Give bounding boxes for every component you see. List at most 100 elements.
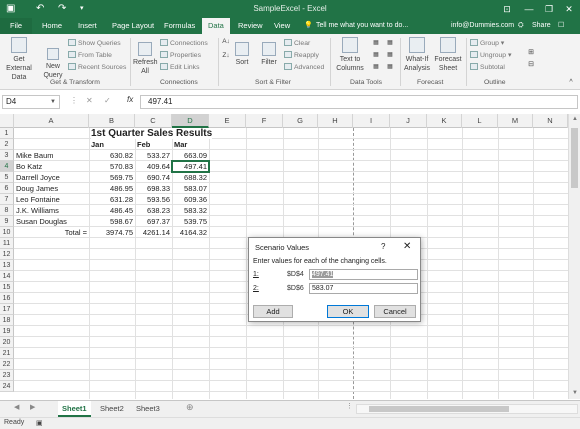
row-header[interactable]: 8 [0, 205, 14, 216]
row-header[interactable]: 13 [0, 260, 14, 271]
recent-sources-button[interactable]: Recent Sources [68, 63, 126, 72]
show-queries-button[interactable]: Show Queries [68, 39, 121, 48]
add-button[interactable]: Add [253, 305, 293, 318]
header-cell[interactable]: Feb [137, 139, 150, 150]
row-header[interactable]: 7 [0, 194, 14, 205]
value-cell[interactable]: 609.36 [172, 194, 209, 205]
horizontal-scrollbar[interactable] [356, 404, 578, 414]
sheet-tab[interactable]: Sheet1 [58, 401, 91, 417]
value-cell[interactable]: 583.07 [172, 183, 209, 194]
name-cell[interactable]: Doug James [16, 183, 58, 194]
data-validation-button[interactable]: ▦ [370, 63, 382, 72]
minimize-icon[interactable]: — [522, 2, 536, 16]
row-header[interactable]: 11 [0, 238, 14, 249]
tab-view[interactable]: View [268, 18, 296, 34]
row-header[interactable]: 22 [0, 359, 14, 370]
column-header[interactable]: D [172, 114, 209, 128]
clear-button[interactable]: Clear [284, 39, 310, 48]
row-header[interactable]: 19 [0, 326, 14, 337]
ungroup-button[interactable]: Ungroup ▾ [470, 51, 511, 60]
tab-page-layout[interactable]: Page Layout [106, 18, 160, 34]
scroll-thumb[interactable] [571, 128, 578, 188]
ok-button[interactable]: OK [327, 305, 369, 318]
sort-descending-button[interactable]: Z↓ [221, 51, 231, 60]
scroll-thumb[interactable] [369, 406, 509, 412]
row-header[interactable]: 23 [0, 370, 14, 381]
row-header[interactable]: 1 [0, 128, 14, 139]
name-box[interactable]: D4 ▼ [2, 95, 60, 109]
column-header[interactable]: I [353, 114, 390, 128]
value-cell[interactable]: 631.28 [89, 194, 135, 205]
sheet-title-cell[interactable]: 1st Quarter Sales Results [91, 128, 213, 139]
row-header[interactable]: 16 [0, 293, 14, 304]
column-header[interactable]: C [135, 114, 172, 128]
select-all-corner[interactable] [0, 114, 14, 128]
row-header[interactable]: 20 [0, 337, 14, 348]
get-external-data-button[interactable]: Get External Data [1, 37, 37, 82]
collapse-ribbon-icon[interactable]: ^ [566, 78, 576, 87]
name-cell[interactable]: Bo Katz [16, 161, 42, 172]
forecast-sheet-button[interactable]: Forecast Sheet [434, 37, 462, 73]
row-header[interactable]: 17 [0, 304, 14, 315]
chevron-down-icon[interactable]: ▼ [50, 96, 56, 108]
column-header[interactable]: H [318, 114, 353, 128]
sort-ascending-button[interactable]: A↓ [221, 37, 231, 46]
column-header[interactable]: G [283, 114, 318, 128]
tab-review[interactable]: Review [232, 18, 269, 34]
value-cell[interactable]: 690.74 [135, 172, 172, 183]
name-cell[interactable]: J.K. Williams [16, 205, 59, 216]
row-header[interactable]: 18 [0, 315, 14, 326]
value-cell[interactable]: 486.45 [89, 205, 135, 216]
row-header[interactable]: 2 [0, 139, 14, 150]
hide-detail-icon[interactable]: ⊟ [526, 60, 536, 69]
name-cell[interactable]: Darrell Joyce [16, 172, 60, 183]
column-header[interactable]: F [246, 114, 283, 128]
row-header[interactable]: 14 [0, 271, 14, 282]
value-cell[interactable]: 486.95 [89, 183, 135, 194]
user-account[interactable]: info@Dummies.com [451, 18, 514, 34]
maximize-icon[interactable]: ❐ [542, 2, 556, 16]
value-cell[interactable]: 688.32 [172, 172, 209, 183]
ribbon-display-icon[interactable]: ⊡ [500, 2, 514, 16]
column-header[interactable]: M [498, 114, 533, 128]
column-header[interactable]: L [462, 114, 498, 128]
help-icon[interactable]: ? [381, 242, 385, 251]
column-header[interactable]: E [209, 114, 246, 128]
tell-me-input[interactable]: Tell me what you want to do... [316, 18, 408, 34]
connections-button[interactable]: Connections [160, 39, 208, 48]
row-header[interactable]: 6 [0, 183, 14, 194]
share-button[interactable]: Share [532, 18, 551, 34]
remove-duplicates-button[interactable]: ▦ [370, 51, 382, 60]
close-icon[interactable]: ✕ [403, 241, 411, 252]
total-label-cell[interactable]: Total = [14, 227, 89, 238]
next-sheet-icon[interactable]: ▶ [30, 403, 35, 411]
row-header[interactable]: 24 [0, 381, 14, 392]
value-cell[interactable]: 698.33 [135, 183, 172, 194]
column-header[interactable]: N [533, 114, 568, 128]
sheet-tab[interactable]: Sheet3 [132, 401, 164, 417]
vertical-scrollbar[interactable]: ▲ ▼ [568, 114, 580, 399]
changing-cell-input[interactable]: 497.41 [309, 269, 418, 280]
name-cell[interactable]: Leo Fontaine [16, 194, 60, 205]
filter-button[interactable]: Filter [258, 42, 280, 67]
prev-sheet-icon[interactable]: ◀ [14, 403, 19, 411]
confirm-edit-icon[interactable]: ✓ [104, 96, 111, 105]
row-header[interactable]: 9 [0, 216, 14, 227]
row-header[interactable]: 15 [0, 282, 14, 293]
share-icon[interactable]: ⛭ [518, 18, 524, 34]
changing-cell-input[interactable]: 583.07 [309, 283, 418, 294]
row-header[interactable]: 5 [0, 172, 14, 183]
column-header[interactable]: B [89, 114, 135, 128]
scroll-up-icon[interactable]: ▲ [569, 116, 580, 122]
value-cell[interactable]: 570.83 [89, 161, 135, 172]
value-cell[interactable]: 630.82 [89, 150, 135, 161]
value-cell[interactable]: 638.23 [135, 205, 172, 216]
column-header[interactable]: J [390, 114, 427, 128]
splitter-icon[interactable]: ⋮ [346, 402, 353, 410]
total-cell[interactable]: 3974.75 [89, 227, 135, 238]
value-cell[interactable]: 593.56 [135, 194, 172, 205]
name-cell[interactable]: Mike Baum [16, 150, 54, 161]
tab-formulas[interactable]: Formulas [158, 18, 201, 34]
column-header[interactable]: A [14, 114, 89, 128]
cancel-edit-icon[interactable]: ✕ [86, 96, 93, 105]
